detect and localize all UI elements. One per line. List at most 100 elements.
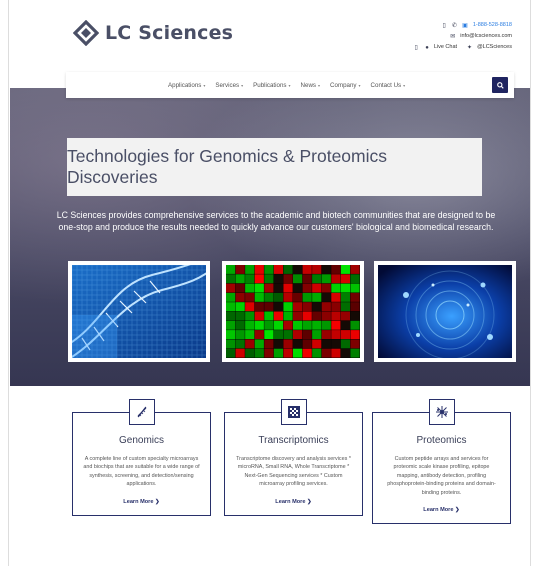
nav-item-news[interactable]: News ▾ (301, 82, 321, 89)
search-button[interactable] (492, 77, 508, 93)
heatmap-cell (273, 339, 284, 349)
heatmap-cell (331, 292, 341, 302)
heatmap-cell (293, 339, 303, 349)
microarray-heatmap-illustration (226, 265, 360, 358)
learn-more-link[interactable]: Learn More ❯ (73, 499, 210, 505)
heatmap-cell (302, 292, 312, 302)
nav-menu: Applications ▾ Services ▾ Publications ▾ News ▾… (168, 82, 405, 89)
heatmap-cell (264, 348, 274, 358)
card-text: Transcriptome discovery and analysis ser… (236, 456, 351, 488)
chevron-down-icon: ▾ (403, 82, 406, 88)
heatmap-cell (302, 265, 312, 274)
heatmap-cell (321, 292, 331, 302)
heatmap-cell (321, 330, 331, 339)
card-genomics: Genomics A complete line of custom speci… (72, 399, 211, 516)
heatmap-cell (273, 348, 284, 358)
nav-item-publications[interactable]: Publications ▾ (253, 82, 290, 89)
email-icon: ✉ (450, 33, 456, 40)
heatmap-cell (245, 339, 255, 349)
heatmap-cell (226, 265, 236, 274)
heatmap-cell (245, 265, 255, 274)
heatmap-cell (235, 302, 245, 312)
heatmap-cell (226, 274, 236, 284)
heatmap-cell (245, 330, 255, 339)
heatmap-cell (226, 283, 236, 293)
card-text: A complete line of custom specialty micr… (83, 456, 200, 488)
heatmap-cell (293, 274, 303, 284)
heatmap-cell (321, 348, 331, 358)
heatmap-cell (331, 330, 341, 339)
heatmap-cell (350, 339, 360, 349)
transcriptomics-microarray-image[interactable] (222, 261, 364, 362)
heatmap-cell (245, 292, 255, 302)
hero-title-box: Technologies for Genomics & Proteomics D… (67, 138, 482, 196)
learn-more-link[interactable]: Learn More ❯ (373, 507, 510, 513)
logo-mark-icon (73, 20, 99, 46)
nav-item-contact-us[interactable]: Contact Us ▾ (371, 82, 406, 89)
main-nav: Applications ▾ Services ▾ Publications ▾ News ▾… (66, 72, 514, 98)
chevron-down-icon: ▾ (288, 82, 291, 88)
heatmap-cell (264, 274, 274, 284)
heatmap-cell (226, 348, 236, 358)
protein-illustration (378, 265, 512, 358)
heatmap-cell (293, 265, 303, 274)
heatmap-cell (312, 292, 322, 302)
heatmap-cell (302, 283, 312, 293)
card-title: Genomics (118, 435, 164, 446)
heatmap-cell (293, 348, 303, 358)
genomics-dna-image[interactable] (68, 261, 210, 362)
heatmap-cell (293, 292, 303, 302)
heatmap-cell (293, 320, 303, 330)
heatmap-cell (293, 302, 303, 312)
heatmap-cell (226, 339, 236, 349)
heatmap-cell (331, 320, 341, 330)
heatmap-cell (302, 348, 312, 358)
heatmap-cell (302, 302, 312, 312)
card-title: Proteomics (416, 435, 467, 446)
heatmap-cell (340, 348, 351, 358)
twitter-link[interactable]: @LCSciences (477, 42, 512, 53)
heatmap-cell (340, 265, 351, 274)
heatmap-cell (312, 283, 322, 293)
heatmap-cell (264, 311, 274, 321)
heatmap-cell (312, 320, 322, 330)
heatmap-cell (283, 311, 293, 321)
heatmap-cell (235, 339, 245, 349)
dna-helix-illustration (72, 265, 206, 358)
heatmap-cell (321, 265, 331, 274)
logo-text: LC Sciences (105, 22, 234, 44)
live-chat-link[interactable]: Live Chat (434, 42, 457, 53)
site-logo[interactable]: LC Sciences (73, 20, 233, 46)
nav-item-services[interactable]: Services ▾ (215, 82, 243, 89)
heatmap-cell (331, 265, 341, 274)
heatmap-cell (350, 283, 360, 293)
phone-link[interactable]: 1-888-528-8818 (473, 20, 512, 31)
heatmap-cell (340, 311, 351, 321)
chevron-down-icon: ▾ (203, 82, 206, 88)
heatmap-cell (293, 283, 303, 293)
heatmap-cell (283, 283, 293, 293)
heatmap-cell (312, 339, 322, 349)
heatmap-cell (245, 283, 255, 293)
heatmap-cell (340, 320, 351, 330)
learn-more-link[interactable]: Learn More ❯ (225, 499, 362, 505)
heatmap-cell (340, 274, 351, 284)
chevron-down-icon: ▾ (358, 82, 361, 88)
heatmap-cell (350, 274, 360, 284)
card-transcriptomics: Transcriptomics Transcriptome discovery … (224, 399, 363, 516)
nav-item-company[interactable]: Company ▾ (330, 82, 361, 89)
heatmap-cell (350, 292, 360, 302)
heatmap-cell (254, 320, 264, 330)
heatmap-cell (283, 302, 293, 312)
nav-item-applications[interactable]: Applications ▾ (168, 82, 205, 89)
heatmap-cell (264, 320, 274, 330)
heatmap-cell (331, 274, 341, 284)
heatmap-cell (273, 311, 284, 321)
mobile-icon: ▯ (442, 22, 446, 29)
heatmap-cell (254, 283, 264, 293)
email-link[interactable]: info@lcsciences.com (460, 31, 512, 42)
proteomics-protein-image[interactable] (374, 261, 516, 362)
heatmap-cell (235, 292, 245, 302)
heatmap-cell (254, 265, 264, 274)
heatmap-cell (235, 283, 245, 293)
